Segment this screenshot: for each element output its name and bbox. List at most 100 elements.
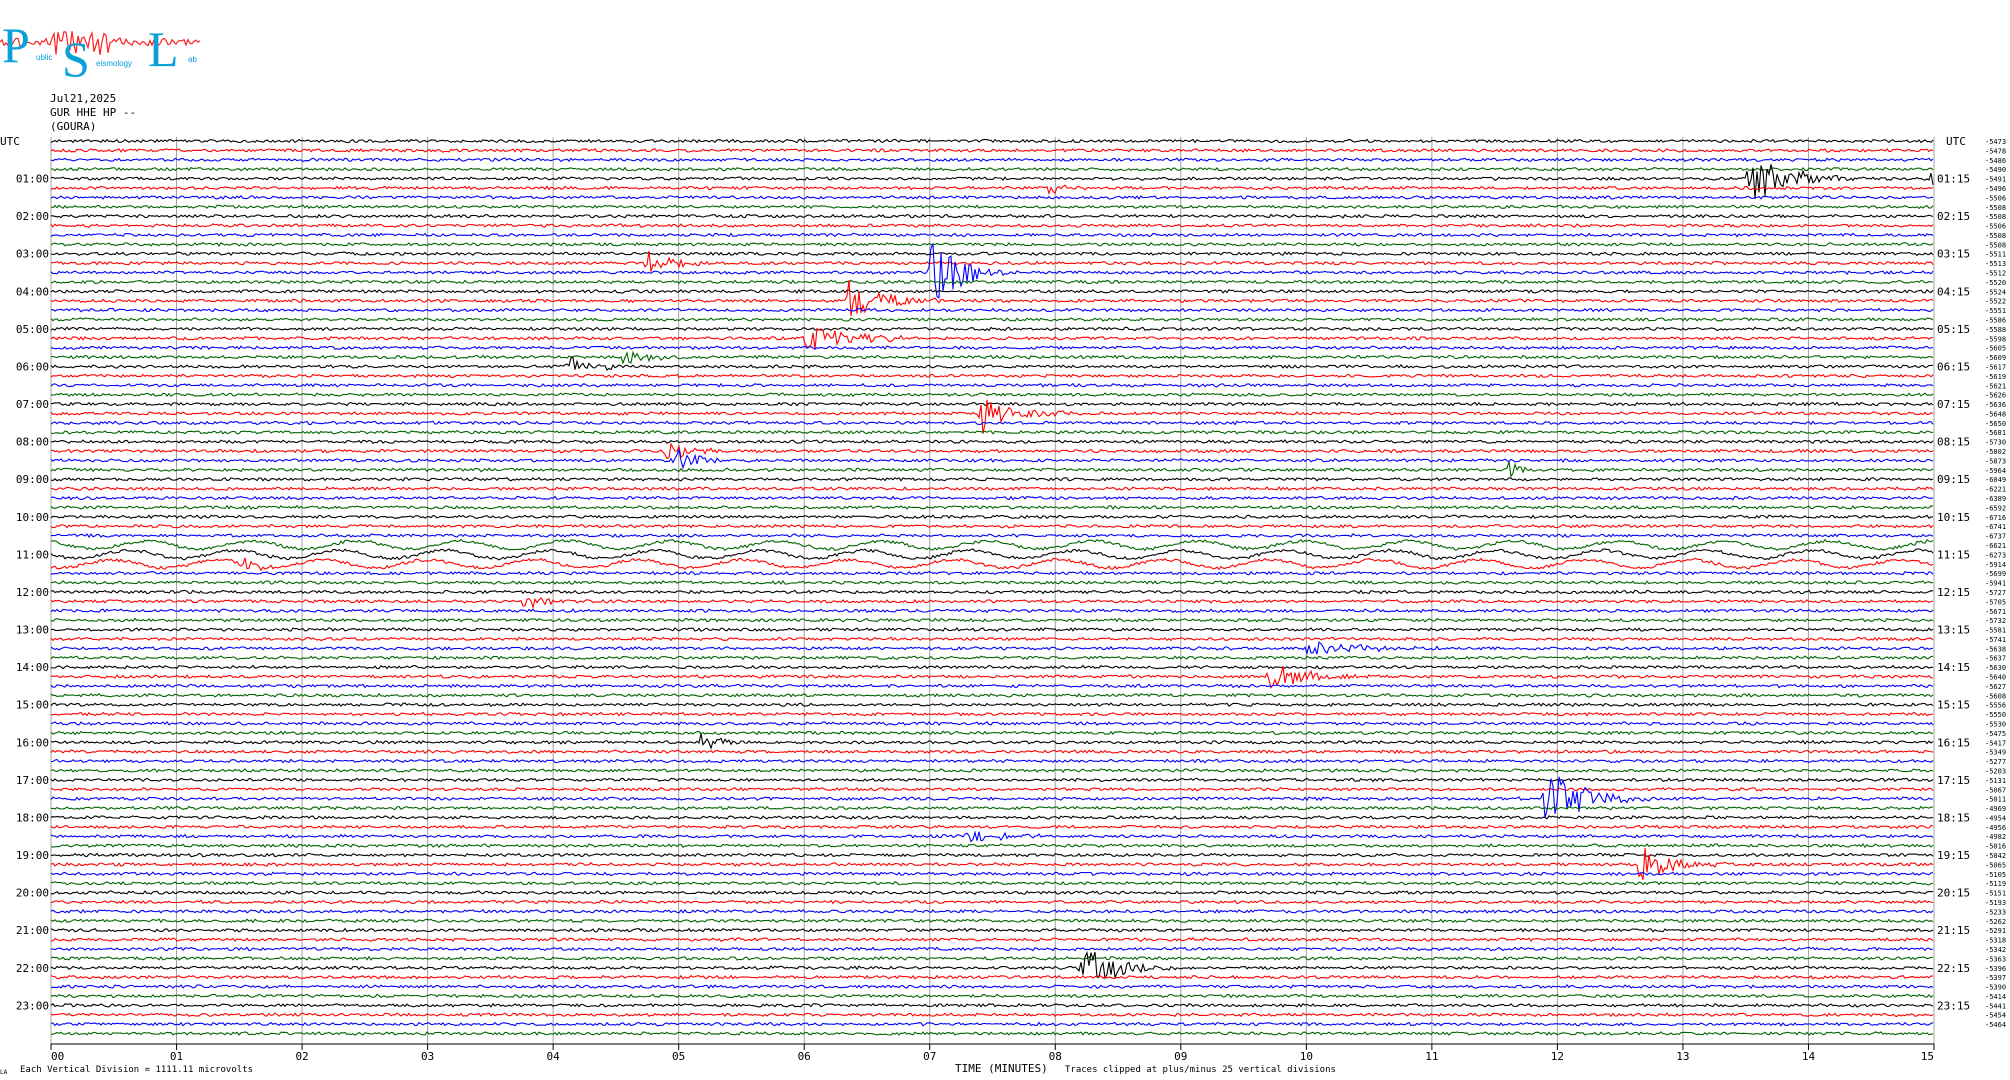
right-hour-label: 19:15 — [1937, 849, 1970, 862]
left-hour-label: 06:00 — [16, 360, 49, 373]
trace-offset-label: -5441 — [1985, 1002, 2006, 1010]
left-hour-label: 21:00 — [16, 924, 49, 937]
trace-offset-label: -5105 — [1985, 871, 2006, 879]
x-tick-label: 13 — [1676, 1050, 1689, 1063]
right-hour-label: 18:15 — [1937, 811, 1970, 824]
trace-6 — [50, 194, 1934, 200]
trace-offset-label: -5556 — [1985, 702, 2006, 710]
trace-65 — [50, 749, 1934, 754]
trace-offset-label: -5627 — [1985, 683, 2006, 691]
trace-22 — [50, 345, 1934, 351]
trace-offset-label: -5262 — [1985, 918, 2006, 926]
trace-offset-label: -5016 — [1985, 843, 2006, 851]
trace-41 — [50, 523, 1934, 529]
left-hour-label: 07:00 — [16, 398, 49, 411]
trace-offset-label: -5490 — [1985, 166, 2006, 174]
scale-note: Each Vertical Division = 1111.11 microvo… — [20, 1065, 253, 1075]
trace-30 — [50, 420, 1934, 426]
left-hour-label: 08:00 — [16, 436, 49, 449]
time-grid — [50, 137, 1935, 1045]
trace-offset-label: -5522 — [1985, 298, 2006, 306]
trace-59 — [50, 692, 1934, 698]
trace-offset-label: -5478 — [1985, 147, 2006, 155]
trace-offset-label: -5342 — [1985, 946, 2006, 954]
right-hour-label: 04:15 — [1937, 285, 1970, 298]
trace-offset-label: -5291 — [1985, 927, 2006, 935]
trace-79 — [50, 880, 1934, 886]
trace-44 — [50, 548, 1934, 561]
trace-offset-label: -5727 — [1985, 589, 2006, 597]
trace-offset-label: -5042 — [1985, 852, 2006, 860]
left-hour-label: 05:00 — [16, 323, 49, 336]
trace-offset-label: -5732 — [1985, 617, 2006, 625]
right-hour-label: 20:15 — [1937, 887, 1970, 900]
trace-offset-label: -5506 — [1985, 223, 2006, 231]
trace-23 — [50, 350, 1934, 365]
left-hour-label: 17:00 — [16, 774, 49, 787]
right-hour-label: 16:15 — [1937, 736, 1970, 749]
trace-53 — [50, 636, 1934, 642]
trace-offset-label: -5277 — [1985, 758, 2006, 766]
trace-offset-label: -5621 — [1985, 382, 2006, 390]
right-hour-label: 08:15 — [1937, 436, 1970, 449]
trace-offset-label: -5609 — [1985, 354, 2006, 362]
trace-50 — [50, 608, 1934, 614]
trace-offset-label: -6592 — [1985, 504, 2006, 512]
trace-offset-label: -5131 — [1985, 777, 2006, 785]
left-hour-label: 04:00 — [16, 285, 49, 298]
right-hour-label: 06:15 — [1937, 360, 1970, 373]
x-tick-label: 01 — [170, 1050, 183, 1063]
trace-83 — [50, 918, 1934, 924]
right-axis-title: UTC — [1946, 135, 1966, 148]
x-tick-label: 07 — [923, 1050, 936, 1063]
trace-offset-label: -5873 — [1985, 457, 2006, 465]
left-hour-label: 20:00 — [16, 887, 49, 900]
trace-95 — [50, 1031, 1934, 1036]
right-hour-label: 13:15 — [1937, 624, 1970, 637]
trace-2 — [50, 157, 1934, 163]
left-hour-label: 10:00 — [16, 511, 49, 524]
trace-76 — [50, 852, 1934, 858]
right-hour-label: 23:15 — [1937, 999, 1970, 1012]
trace-offset-label: -5598 — [1985, 335, 2006, 343]
trace-52 — [50, 627, 1934, 632]
x-tick-label: 05 — [672, 1050, 685, 1063]
x-tick-label: 03 — [421, 1050, 434, 1063]
trace-75 — [50, 843, 1934, 849]
x-tick-label: 09 — [1174, 1050, 1187, 1063]
trace-86 — [50, 946, 1934, 952]
trace-48 — [50, 589, 1934, 595]
right-hour-label: 11:15 — [1937, 548, 1970, 561]
trace-11 — [50, 241, 1934, 247]
trace-92 — [50, 1002, 1934, 1008]
trace-offset-label: -6221 — [1985, 486, 2006, 494]
trace-offset-label: -5513 — [1985, 260, 2006, 268]
trace-offset-label: -5473 — [1985, 138, 2006, 146]
trace-offset-label: -6716 — [1985, 514, 2006, 522]
right-hour-label: 02:15 — [1937, 210, 1970, 223]
trace-15 — [50, 279, 1934, 285]
trace-8 — [50, 213, 1934, 219]
trace-offset-label: -5802 — [1985, 448, 2006, 456]
trace-offset-label: -5588 — [1985, 326, 2006, 334]
trace-25 — [50, 373, 1934, 379]
trace-49 — [50, 597, 1934, 610]
x-tick-label: 04 — [547, 1050, 561, 1063]
trace-85 — [50, 937, 1934, 943]
x-tick-label: 15 — [1921, 1050, 1934, 1063]
x-axis-title: TIME (MINUTES) — [955, 1062, 1048, 1075]
trace-37 — [51, 486, 1934, 492]
trace-offset-label: -5011 — [1985, 796, 2006, 804]
trace-66 — [50, 758, 1934, 764]
x-tick-label: 10 — [1300, 1050, 1313, 1063]
trace-offset-label: -5699 — [1985, 570, 2006, 578]
right-hour-label: 10:15 — [1937, 511, 1970, 524]
trace-offset-label: -5193 — [1985, 899, 2006, 907]
trace-34 — [50, 447, 1934, 470]
right-hour-label: 01:15 — [1937, 173, 1970, 186]
trace-67 — [50, 768, 1934, 773]
trace-offset-label: -5530 — [1985, 720, 2006, 728]
trace-19 — [50, 317, 1934, 322]
trace-offset-label: -5730 — [1985, 439, 2006, 447]
trace-69 — [50, 786, 1934, 792]
